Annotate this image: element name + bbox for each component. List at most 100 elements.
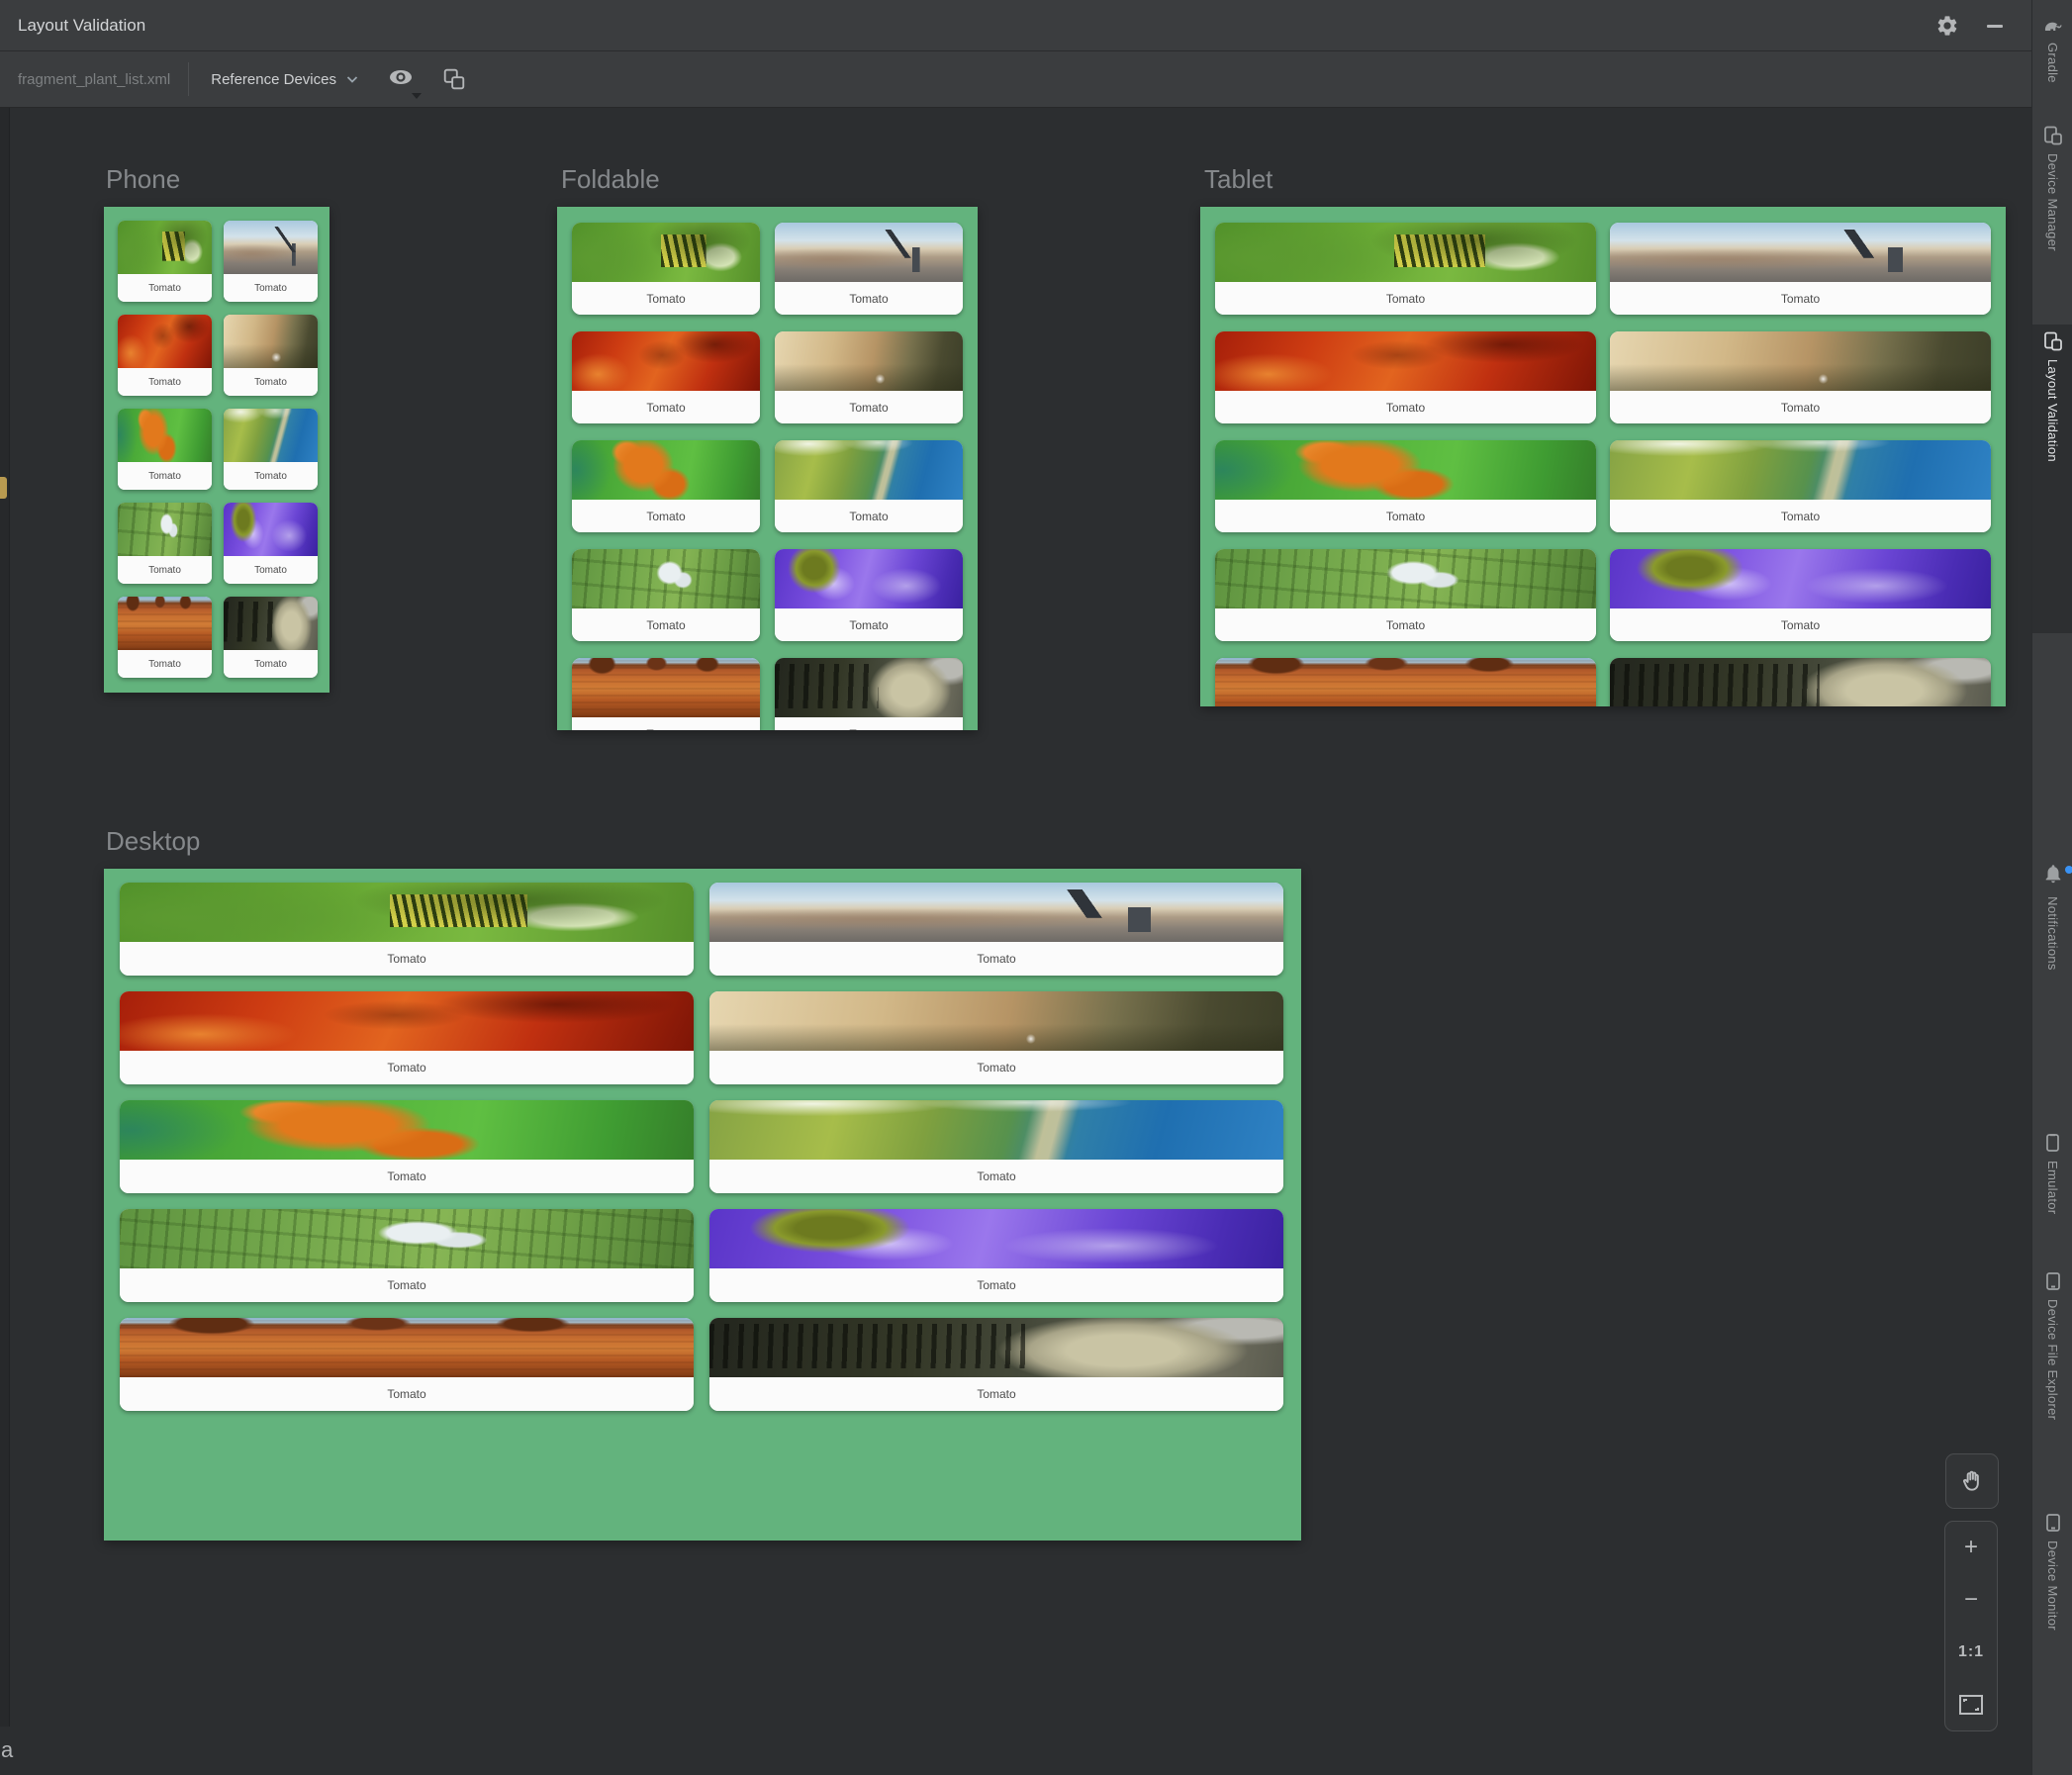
- gear-icon[interactable]: [1934, 13, 1960, 39]
- plant-card: Tomato: [1215, 440, 1596, 532]
- zoom-controls: + − 1:1: [1944, 1521, 1998, 1731]
- plant-card: Tomato: [118, 503, 212, 584]
- plant-card: Tomato: [775, 331, 963, 423]
- sidebar-tab-label: Device Manager: [2045, 153, 2060, 251]
- ide-edge-text-fragment: a: [1, 1737, 14, 1762]
- sidebar-tab-device-manager[interactable]: Device Manager: [2032, 119, 2072, 251]
- plant-name-label: Tomato: [118, 368, 212, 396]
- plant-photo-wet-wood-branch: [224, 315, 318, 368]
- sidebar-tab-device-file-explorer[interactable]: Device File Explorer: [2032, 1264, 2072, 1420]
- plant-card: Tomato: [120, 1209, 694, 1302]
- reference-devices-label: Reference Devices: [211, 70, 336, 88]
- plant-name-label: Tomato: [775, 391, 963, 423]
- plant-card: Tomato: [224, 409, 318, 490]
- plant-card: Tomato: [1215, 331, 1596, 423]
- plant-card: Tomato: [709, 1100, 1283, 1193]
- plant-card: Tomato: [775, 658, 963, 730]
- plant-card: Tomato: [118, 315, 212, 396]
- emulator-icon: [2045, 1134, 2059, 1152]
- plant-name-label: Tomato: [1215, 500, 1596, 532]
- plant-name-label: Tomato: [775, 282, 963, 315]
- notifications-bell-icon: [2045, 865, 2060, 884]
- zoom-in-button[interactable]: +: [1945, 1525, 1997, 1570]
- plant-card: Tomato: [709, 1209, 1283, 1302]
- plant-name-label: Tomato: [120, 1051, 694, 1084]
- zoom-actual-size-button[interactable]: 1:1: [1945, 1630, 1997, 1675]
- plant-card: Tomato: [572, 658, 760, 730]
- device-preview-foldable[interactable]: Tomato Tomato Tomato Tomato Tomato Tomato Toma…: [557, 207, 978, 730]
- plant-name-label: Tomato: [709, 942, 1283, 976]
- plant-photo-orange-maple-leaf: [572, 440, 760, 500]
- copy-screens-icon[interactable]: [441, 66, 467, 92]
- plant-photo-red-maple-leaves: [118, 315, 212, 368]
- plant-card: Tomato: [572, 440, 760, 532]
- sidebar-tab-label: Device Monitor: [2045, 1541, 2060, 1631]
- plant-card: Tomato: [118, 597, 212, 678]
- plant-photo-purple-river: [224, 503, 318, 556]
- sidebar-tab-label: Notifications: [2045, 896, 2060, 971]
- panel-title-foldable: Foldable: [561, 164, 660, 194]
- plant-name-label: Tomato: [118, 556, 212, 584]
- panel-title-desktop: Desktop: [106, 826, 201, 856]
- plant-photo-farm-aerial: [1215, 549, 1596, 608]
- plant-card: Tomato: [120, 991, 694, 1084]
- plant-photo-orange-maple-leaf: [120, 1100, 694, 1160]
- plant-photo-dark-forest: [709, 1318, 1283, 1377]
- plant-card: Tomato: [572, 223, 760, 315]
- plant-card: Tomato: [224, 315, 318, 396]
- device-preview-desktop[interactable]: Tomato Tomato Tomato Tomato Tomato Tomato Toma…: [104, 869, 1301, 1541]
- plant-name-label: Tomato: [224, 556, 318, 584]
- plant-photo-farm-aerial: [118, 503, 212, 556]
- sidebar-tab-label: Emulator: [2045, 1161, 2060, 1215]
- zoom-out-button[interactable]: −: [1945, 1577, 1997, 1623]
- panel-title-tablet: Tablet: [1204, 164, 1273, 194]
- sidebar-tab-notifications[interactable]: Notifications: [2032, 857, 2072, 971]
- plant-card: Tomato: [775, 440, 963, 532]
- plant-photo-purple-river: [775, 549, 963, 608]
- plant-name-label: Tomato: [1610, 608, 1991, 641]
- plant-card: Tomato: [1610, 223, 1991, 315]
- ide-edge-strip: [0, 108, 10, 1727]
- plant-card: Tomato: [224, 597, 318, 678]
- plant-card: Tomato: [1610, 440, 1991, 532]
- toolbar-divider: [188, 62, 190, 96]
- plant-photo-coastline-aerial: [775, 440, 963, 500]
- zoom-fit-button[interactable]: [1945, 1682, 1997, 1728]
- plant-photo-red-maple-leaves: [572, 331, 760, 391]
- plant-photo-orange-maple-leaf: [118, 409, 212, 462]
- plant-card: Tomato: [1610, 549, 1991, 641]
- plant-photo-caterpillar: [572, 223, 760, 282]
- sidebar-tab-layout-validation[interactable]: Layout Validation: [2032, 325, 2072, 633]
- device-monitor-icon: [2045, 1514, 2060, 1532]
- device-preview-phone[interactable]: Tomato Tomato Tomato Tomato Tomato Tomato Toma…: [104, 207, 330, 693]
- plant-photo-coastline-aerial: [224, 409, 318, 462]
- visibility-eye-icon[interactable]: [386, 64, 422, 99]
- plant-name-label: Tomato: [572, 500, 760, 532]
- minimize-icon[interactable]: [1982, 13, 2008, 39]
- plant-name-label: Tomato: [775, 500, 963, 532]
- plant-name-label: Tomato: [709, 1377, 1283, 1411]
- sidebar-tab-label: Layout Validation: [2045, 359, 2060, 462]
- plant-name-label: Tomato: [118, 274, 212, 302]
- sidebar-tab-device-monitor[interactable]: Device Monitor: [2032, 1506, 2072, 1631]
- plant-card: Tomato: [1215, 549, 1596, 641]
- sidebar-tab-gradle[interactable]: Gradle: [2032, 10, 2072, 83]
- pan-button[interactable]: [1945, 1453, 1999, 1509]
- plant-photo-caterpillar: [120, 883, 694, 942]
- reference-devices-dropdown[interactable]: Reference Devices: [211, 71, 360, 88]
- plant-photo-wet-wood-branch: [1610, 331, 1991, 391]
- window-titlebar: Layout Validation: [0, 0, 2031, 51]
- plant-card: Tomato: [120, 883, 694, 976]
- window-title: Layout Validation: [18, 16, 146, 35]
- plant-name-label: Tomato: [224, 274, 318, 302]
- plant-card: Tomato: [224, 221, 318, 302]
- sidebar-tab-label: Device File Explorer: [2045, 1299, 2060, 1421]
- plant-card: Tomato: [118, 409, 212, 490]
- sidebar-tab-emulator[interactable]: Emulator: [2032, 1126, 2072, 1214]
- layout-validation-window: Layout Validation fragment_plant_list.xm…: [0, 0, 2072, 1775]
- plant-photo-desert-buttes: [118, 597, 212, 650]
- plant-photo-red-maple-leaves: [120, 991, 694, 1051]
- plant-name-label: Tomato: [224, 368, 318, 396]
- device-preview-tablet[interactable]: Tomato Tomato Tomato Tomato Tomato Tomato Toma…: [1200, 207, 2006, 706]
- plant-name-label: Tomato: [118, 462, 212, 490]
